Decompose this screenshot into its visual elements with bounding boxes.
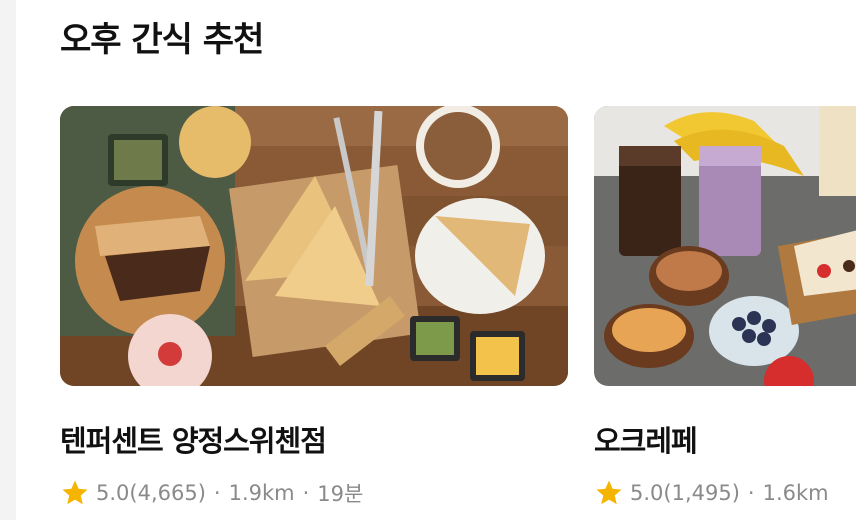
delivery-time-text: 19분 (317, 482, 364, 506)
store-meta: 5.0(4,665) · 1.9km · 19분 (60, 478, 570, 508)
separator-dot: · (747, 481, 755, 505)
store-image (60, 106, 568, 386)
left-edge-strip (0, 0, 16, 520)
store-image (594, 106, 856, 386)
store-name: 오크레페 (594, 424, 698, 458)
separator-dot: · (213, 481, 221, 505)
store-card[interactable]: 텐퍼센트 양정스위첸점 5.0(4,665) · 1.9km · 19분 (60, 106, 570, 508)
distance-text: 1.6km (762, 481, 829, 505)
rating-text: 5.0(1,495) (630, 481, 740, 505)
separator-dot: · (302, 481, 310, 505)
section-title: 오후 간식 추천 (60, 20, 264, 60)
store-card[interactable]: 오크레페 5.0(1,495) · 1.6km (594, 106, 856, 508)
star-icon (596, 480, 622, 505)
store-name: 텐퍼센트 양정스위첸점 (60, 424, 327, 458)
distance-text: 1.9km (228, 481, 295, 505)
store-meta: 5.0(1,495) · 1.6km (594, 478, 856, 508)
rating-text: 5.0(4,665) (96, 481, 206, 505)
star-icon (62, 480, 88, 505)
